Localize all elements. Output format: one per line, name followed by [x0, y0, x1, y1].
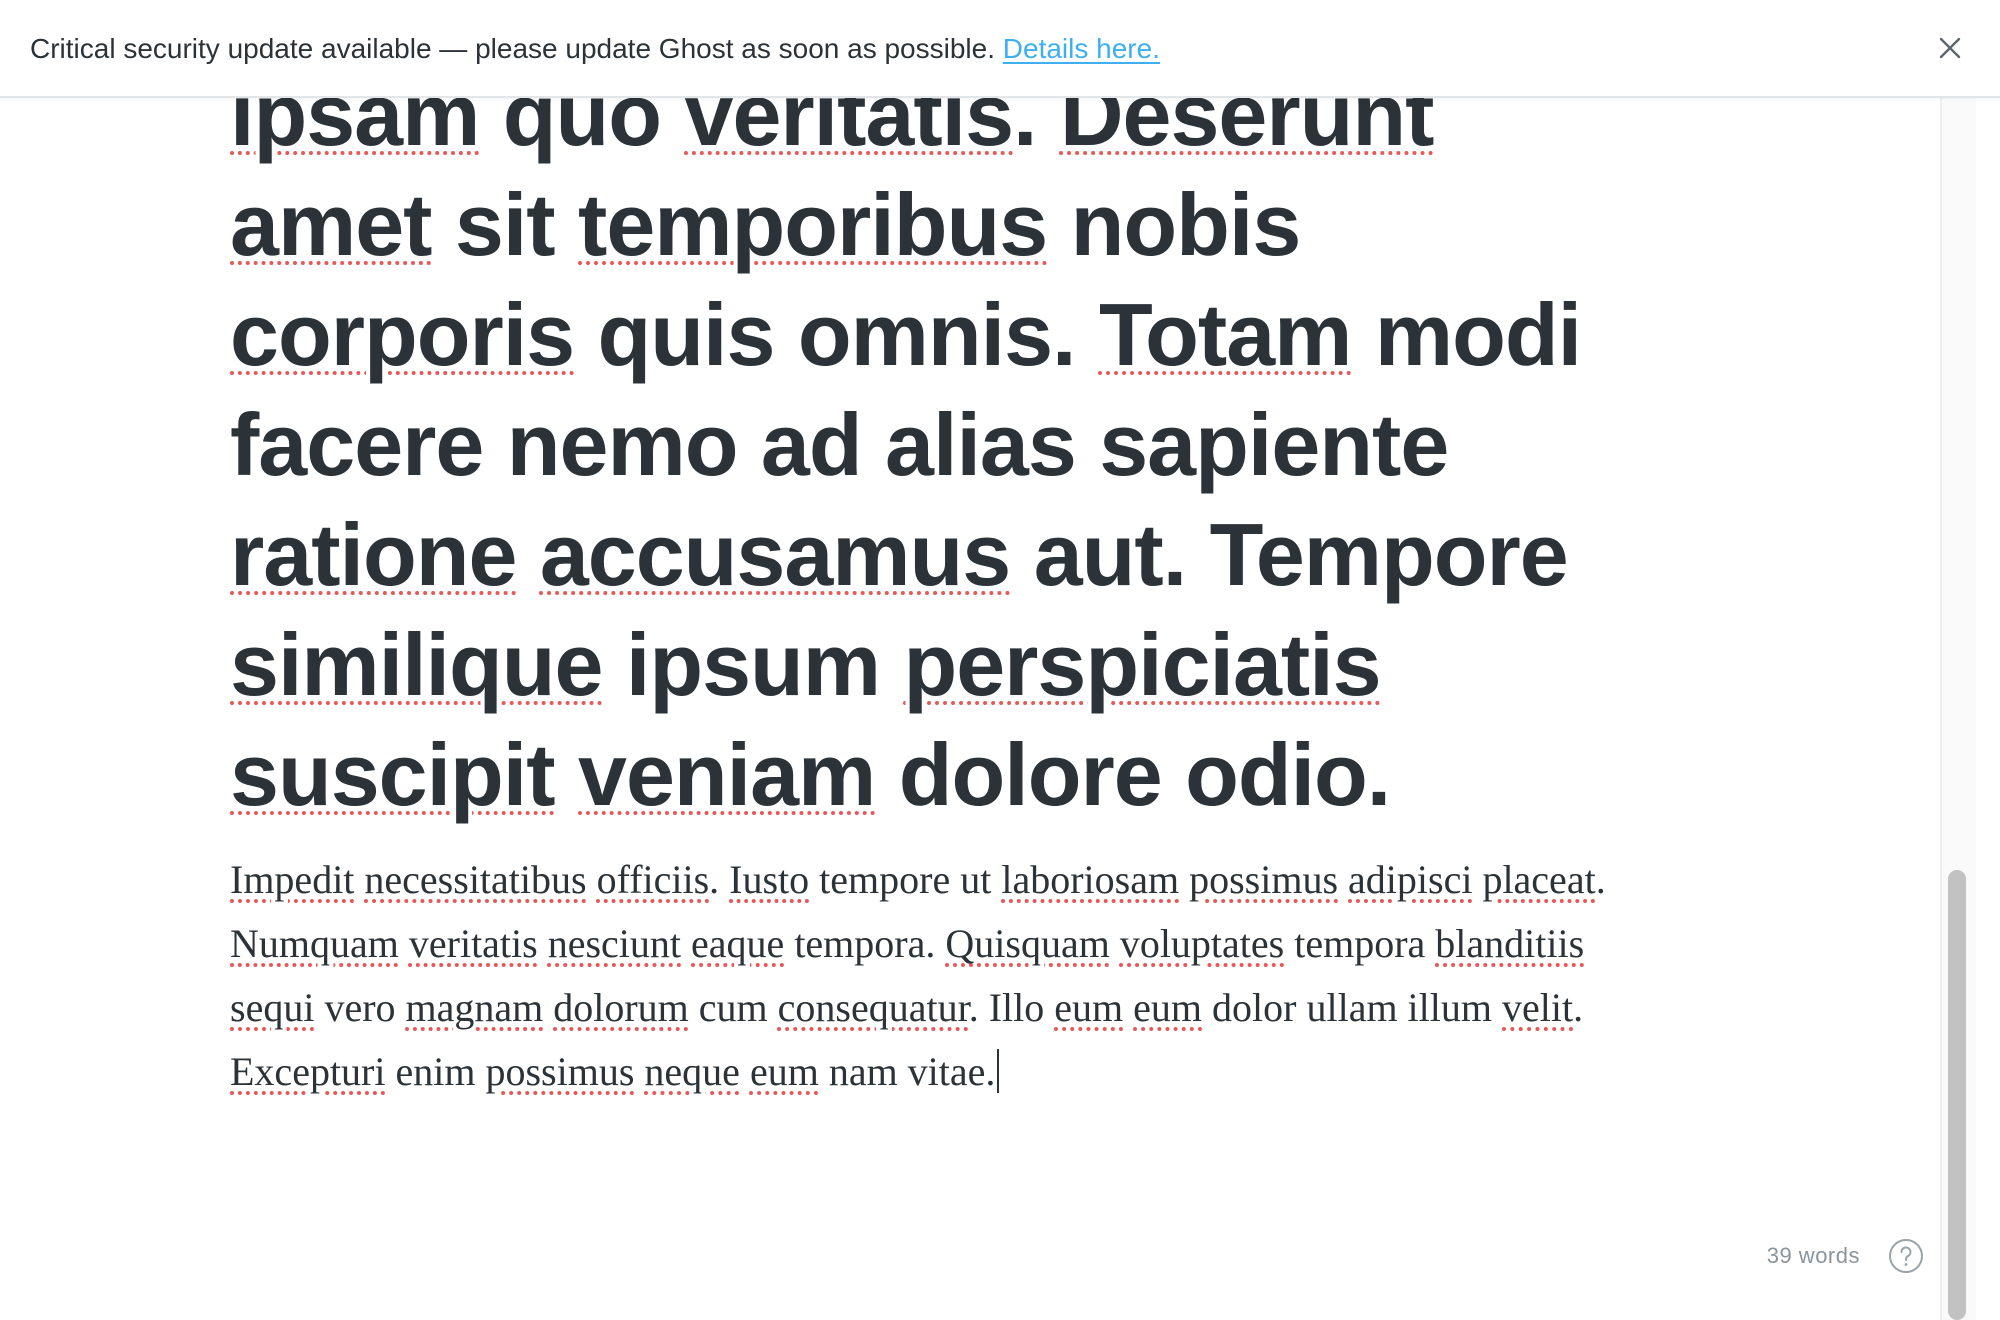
post-title-input[interactable]: ipsam quo veritatis. Deserunt amet sit t…: [230, 60, 1650, 830]
text-run: [634, 1049, 644, 1094]
text-run: .: [1573, 985, 1584, 1030]
security-update-banner: Critical security update available — ple…: [0, 0, 2000, 98]
text-run: [740, 1049, 750, 1094]
spellcheck-word: Impedit: [230, 857, 355, 902]
text-caret: [997, 1049, 1000, 1093]
spellcheck-word: accusamus: [539, 505, 1011, 604]
spellcheck-word: suscipit: [230, 725, 556, 824]
text-run: nam vitae.: [818, 1049, 996, 1094]
spellcheck-word: Quisquam: [945, 921, 1110, 966]
close-icon[interactable]: [1930, 28, 1970, 68]
text-run: [1123, 985, 1133, 1030]
text-run: .: [709, 857, 730, 902]
spellcheck-word: consequatur: [777, 985, 969, 1030]
banner-message: Critical security update available — ple…: [30, 33, 995, 64]
spellcheck-word: nesciunt: [547, 921, 682, 966]
spellcheck-word: possimus: [1189, 857, 1339, 902]
text-run: dolore odio.: [875, 725, 1392, 824]
spellcheck-word: adipisci: [1348, 857, 1473, 902]
text-run: [538, 921, 548, 966]
text-run: [1179, 857, 1189, 902]
help-circle-icon[interactable]: [1888, 1238, 1924, 1274]
spellcheck-word: necessitatibus: [364, 857, 587, 902]
spellcheck-word: blanditiis: [1435, 921, 1585, 966]
text-run: dolor ullam illum: [1202, 985, 1503, 1030]
text-run: [354, 857, 364, 902]
spellcheck-word: similique: [230, 615, 603, 714]
post-body-editor[interactable]: Impedit necessitatibus officiis. Iusto t…: [230, 848, 1670, 1104]
spellcheck-word: eum: [1133, 985, 1203, 1030]
spellcheck-word: magnam: [405, 985, 544, 1030]
spellcheck-word: eaque: [691, 921, 785, 966]
spellcheck-word: eum: [749, 1049, 819, 1094]
banner-message-row: Critical security update available — ple…: [30, 30, 1160, 68]
text-run: [587, 857, 597, 902]
spellcheck-word: Excepturi: [230, 1049, 386, 1094]
text-run: tempore ut: [809, 857, 1002, 902]
text-run: . Illo: [968, 985, 1055, 1030]
spellcheck-word: veniam: [578, 725, 876, 824]
spellcheck-word: possimus: [485, 1049, 635, 1094]
spellcheck-word: ratione: [230, 505, 517, 604]
spellcheck-word: Totam: [1098, 285, 1352, 384]
text-run: sit: [431, 175, 579, 274]
text-run: [543, 985, 553, 1030]
text-run: [555, 725, 578, 824]
word-count: 39 words: [1766, 1243, 1860, 1268]
spellcheck-word: amet: [230, 175, 432, 274]
text-run: [681, 921, 691, 966]
text-run: [399, 921, 409, 966]
text-run: tempora.: [784, 921, 946, 966]
text-run: tempora: [1284, 921, 1436, 966]
text-run: .: [1595, 857, 1606, 902]
text-run: enim: [385, 1049, 486, 1094]
text-run: cum: [688, 985, 778, 1030]
spellcheck-word: veritatis: [408, 921, 538, 966]
text-run: ipsum: [602, 615, 904, 714]
spellcheck-word: laboriosam: [1001, 857, 1180, 902]
text-run: [516, 505, 539, 604]
spellcheck-word: sequi: [230, 985, 315, 1030]
spellcheck-word: neque: [644, 1049, 740, 1094]
text-run: [1110, 921, 1120, 966]
spellcheck-word: Iusto: [729, 857, 810, 902]
text-run: aut. Tempore: [1010, 505, 1569, 604]
spellcheck-word: velit: [1502, 985, 1574, 1030]
banner-details-link[interactable]: Details here.: [1003, 33, 1160, 64]
editor-canvas: ipsam quo veritatis. Deserunt amet sit t…: [0, 0, 1940, 1320]
spellcheck-word: eum: [1054, 985, 1124, 1030]
scrollbar-thumb[interactable]: [1948, 870, 1966, 1320]
spellcheck-word: officiis: [596, 857, 710, 902]
spellcheck-word: corporis: [230, 285, 575, 384]
spellcheck-word: temporibus: [578, 175, 1048, 274]
spellcheck-word: voluptates: [1119, 921, 1285, 966]
spellcheck-word: Numquam: [230, 921, 399, 966]
text-run: [1338, 857, 1348, 902]
text-run: nobis: [1047, 175, 1302, 274]
spellcheck-word: perspiciatis: [903, 615, 1381, 714]
text-run: [1472, 857, 1482, 902]
text-run: quis omnis.: [574, 285, 1099, 384]
spellcheck-word: placeat: [1482, 857, 1596, 902]
text-run: vero: [314, 985, 406, 1030]
spellcheck-word: dolorum: [553, 985, 689, 1030]
